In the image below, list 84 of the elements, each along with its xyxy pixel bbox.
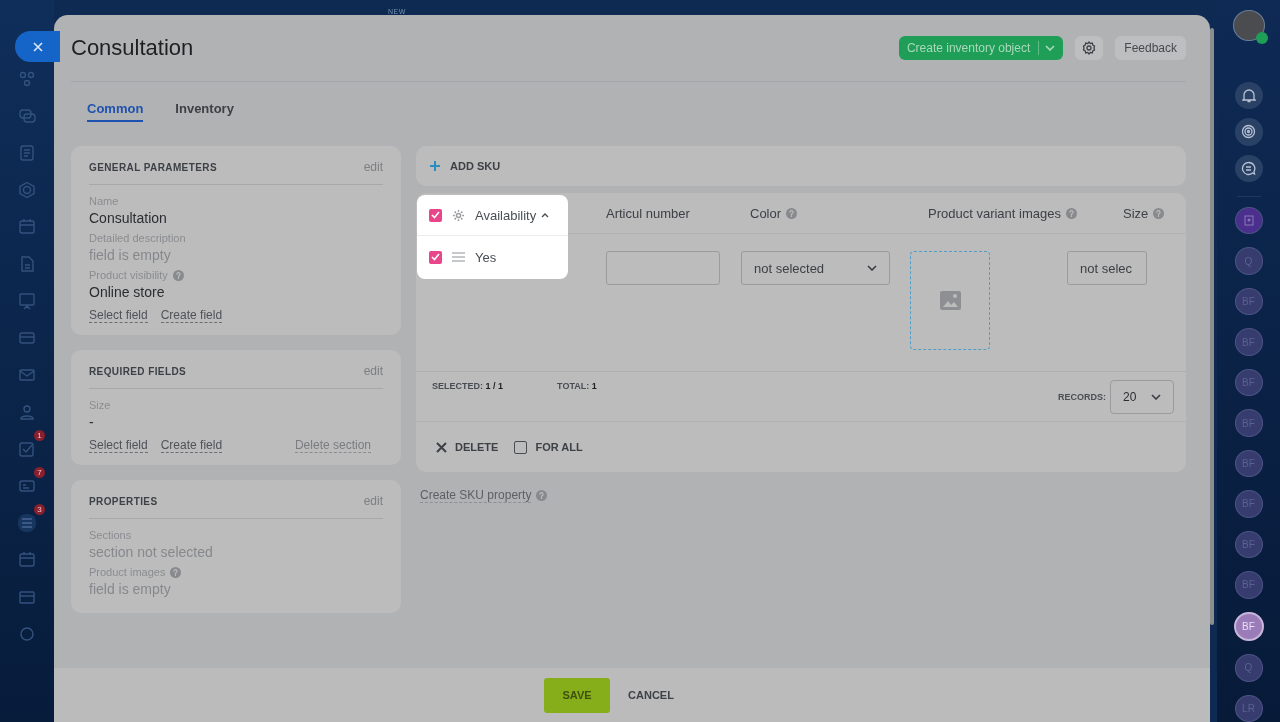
field-value: Online store — [89, 284, 166, 300]
avatar[interactable] — [1232, 10, 1265, 42]
image-icon — [939, 291, 961, 310]
close-icon — [436, 441, 447, 453]
tab[interactable]: Common — [87, 101, 144, 122]
field-link[interactable]: Select field — [89, 308, 148, 323]
settings-button[interactable] — [1075, 36, 1104, 60]
nav-board-icon[interactable] — [18, 292, 36, 310]
contact-icon[interactable] — [1234, 206, 1263, 235]
column-header: Articul number — [606, 205, 690, 221]
field-value: - — [89, 414, 95, 430]
nav-circle-icon[interactable] — [18, 625, 36, 643]
help-icon[interactable] — [786, 207, 798, 219]
gear-icon[interactable] — [452, 208, 465, 222]
create-inventory-button[interactable]: Create inventory object — [898, 36, 1064, 60]
field-link[interactable]: Select field — [89, 438, 148, 453]
field-link[interactable]: Create field — [160, 438, 223, 453]
help-icon[interactable] — [1065, 207, 1077, 219]
articul-input[interactable] — [606, 251, 720, 285]
nav-hexagon-icon[interactable] — [18, 181, 36, 199]
create-property-link[interactable]: Create SKU property — [420, 488, 532, 503]
nav-calendar-icon[interactable] — [18, 218, 36, 236]
field-link[interactable]: Create field — [160, 308, 223, 323]
edit-link[interactable]: edit — [363, 160, 383, 174]
feedback-button[interactable]: Feedback — [1115, 36, 1186, 60]
checkbox[interactable] — [429, 250, 442, 264]
help-icon[interactable] — [172, 269, 184, 281]
chat-avatar[interactable]: BF — [1233, 611, 1264, 642]
notification-badge: 7 — [34, 467, 45, 478]
chat-icon[interactable] — [1234, 154, 1263, 182]
selected-count: SELECTED: 1 / 1 — [432, 381, 504, 391]
page-title: Consultation — [71, 35, 195, 61]
nav-circles-icon[interactable] — [18, 70, 36, 88]
delete-section-link[interactable]: Delete section — [294, 438, 371, 453]
help-icon[interactable] — [1153, 207, 1165, 219]
checkbox[interactable] — [429, 208, 442, 222]
nav-check-icon[interactable] — [18, 440, 36, 458]
size-select[interactable]: not selec — [1067, 251, 1147, 285]
column-header[interactable]: Availability — [475, 207, 550, 223]
drag-handle-icon[interactable] — [452, 252, 465, 262]
tab[interactable]: Inventory — [175, 101, 234, 122]
table-cell: Yes — [475, 249, 497, 265]
close-button[interactable] — [15, 31, 60, 62]
records-label: RECORDS: — [1058, 392, 1106, 402]
section-title: REQUIRED FIELDS — [89, 365, 187, 377]
chevron-down-icon — [1045, 45, 1056, 51]
nav-chat-icon[interactable] — [18, 107, 36, 125]
column-header: Size — [1123, 205, 1149, 221]
column-header: Color — [750, 205, 782, 221]
notification-badge: 3 — [34, 504, 45, 515]
bell-icon[interactable] — [1234, 81, 1263, 110]
settings-icon — [1082, 41, 1097, 55]
caret-icon — [867, 265, 877, 271]
field-value: Consultation — [89, 210, 168, 226]
notification-badge: 1 — [34, 430, 45, 441]
section-title: PROPERTIES — [89, 495, 158, 507]
edit-link[interactable]: edit — [363, 494, 383, 508]
caret-icon — [1151, 394, 1161, 400]
spiral-icon[interactable] — [1234, 118, 1263, 146]
cancel-button[interactable]: CANCEL — [622, 688, 680, 702]
help-icon[interactable] — [170, 566, 182, 578]
color-select[interactable]: not selected — [741, 251, 890, 285]
help-icon[interactable] — [536, 490, 548, 501]
records-select[interactable]: 20 — [1110, 380, 1174, 414]
chevron-up-icon — [541, 212, 550, 218]
section-title: GENERAL PARAMETERS — [89, 161, 217, 173]
column-header: Product variant images — [928, 205, 1061, 221]
nav-box-icon[interactable] — [18, 588, 36, 606]
plus-icon — [430, 161, 440, 171]
for-all-checkbox[interactable]: FOR ALL — [514, 440, 583, 454]
image-upload-area[interactable] — [910, 251, 990, 350]
nav-mail-icon[interactable] — [18, 366, 36, 384]
close-icon — [32, 41, 43, 52]
nav-file-icon[interactable] — [18, 255, 36, 273]
save-button[interactable]: SAVE — [544, 677, 611, 713]
edit-link[interactable]: edit — [363, 364, 383, 378]
nav-id-icon[interactable] — [18, 477, 36, 495]
nav-people-icon[interactable] — [18, 403, 36, 421]
nav-card-icon[interactable] — [18, 329, 36, 347]
total-count: TOTAL: 1 — [557, 381, 597, 391]
nav-doc-icon[interactable] — [18, 144, 36, 162]
add-sku-button[interactable]: ADD SKU — [430, 160, 501, 172]
nav-calendar-icon[interactable] — [18, 551, 36, 569]
delete-button[interactable]: DELETE — [436, 441, 499, 453]
